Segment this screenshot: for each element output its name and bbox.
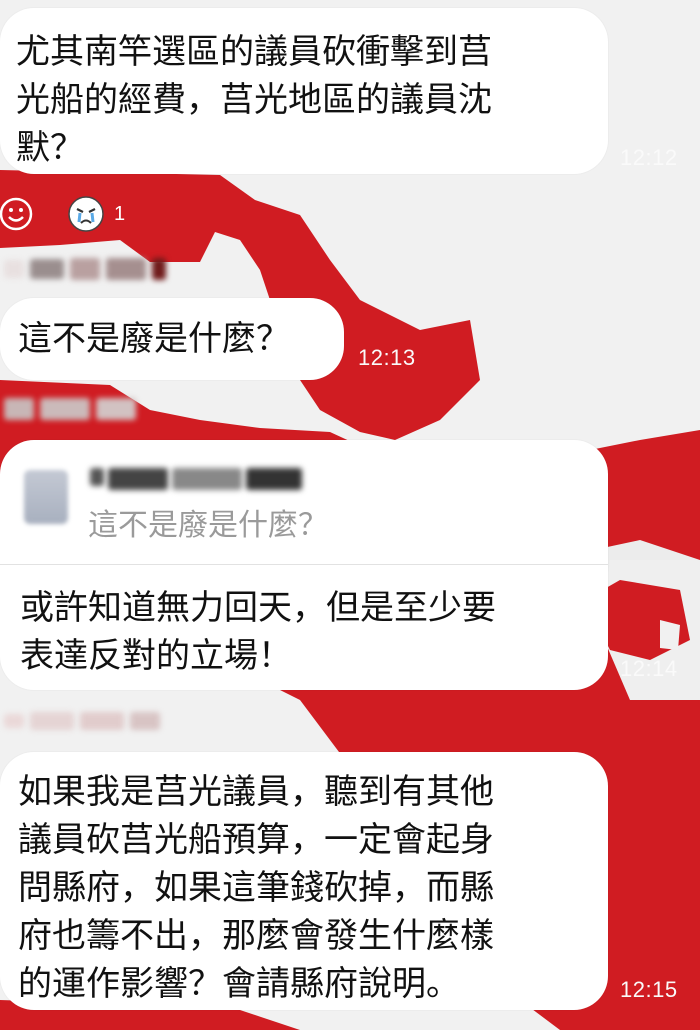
- reaction-chip[interactable]: 1: [68, 196, 125, 232]
- sender-name-blurred: [4, 712, 160, 730]
- message-time: 12:13: [358, 345, 416, 370]
- message-text: 尤其南竿選區的議員砍衝擊到莒 光船的經費，莒光地區的議員沈 默？: [16, 32, 492, 168]
- message-time: 12:14: [620, 656, 678, 681]
- message-time: 12:15: [620, 977, 678, 1002]
- message-text: 或許知道無力回天，但是至少要 表達反對的立場！: [20, 588, 496, 676]
- message-text: 如果我是莒光議員，聽到有其他 議員砍莒光船預算，一定會起身 問縣府，如果這筆錢砍…: [18, 772, 494, 1004]
- message-bubble-2[interactable]: 這不是廢是什麼？: [0, 298, 344, 380]
- quoted-message[interactable]: 這不是廢是什麼？: [0, 440, 608, 564]
- avatar: [24, 470, 68, 524]
- crying-face-icon: [68, 196, 104, 232]
- quoted-text: 這不是廢是什麼？: [88, 508, 328, 543]
- quoted-sender-blurred: [90, 468, 302, 490]
- reaction-count: 1: [114, 202, 126, 225]
- sender-name-blurred: [4, 398, 136, 420]
- quote-divider: [0, 564, 608, 565]
- smiley-outline-icon[interactable]: [0, 196, 36, 232]
- message-bubble-3-reply[interactable]: 這不是廢是什麼？ 或許知道無力回天，但是至少要 表達反對的立場！: [0, 440, 608, 690]
- message-bubble-1[interactable]: 尤其南竿選區的議員砍衝擊到莒 光船的經費，莒光地區的議員沈 默？: [0, 8, 608, 174]
- message-bubble-4[interactable]: 如果我是莒光議員，聽到有其他 議員砍莒光船預算，一定會起身 問縣府，如果這筆錢砍…: [0, 752, 608, 1010]
- sender-name-blurred: [4, 258, 166, 280]
- reaction-bar: 1: [0, 196, 125, 232]
- message-text: 這不是廢是什麼？: [18, 319, 290, 359]
- message-time: 12:12: [620, 145, 678, 170]
